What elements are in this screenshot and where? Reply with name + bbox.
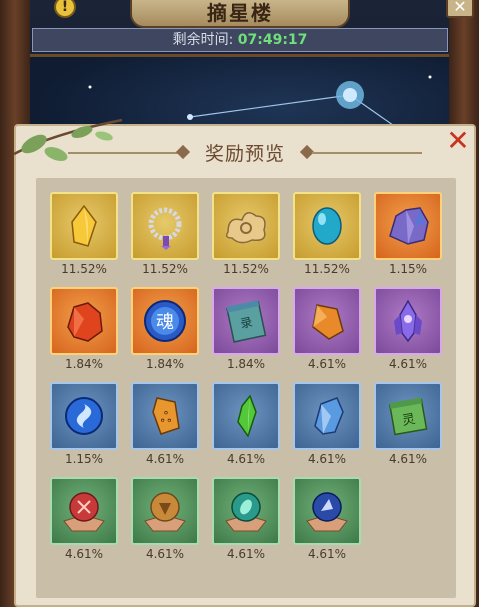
prayer-beads-icon [148,207,182,250]
reward-item[interactable]: 4.61% [212,477,280,563]
red-ore-icon [67,302,103,342]
soul-orb-icon: 魂 [144,300,186,342]
reward-tile[interactable] [50,192,118,260]
panel-title: 奖励预览 [204,143,285,165]
teal-sphere-icon [225,492,267,532]
drop-chance: 4.61% [226,452,266,466]
reward-tile[interactable] [50,382,118,450]
svg-text:灵: 灵 [401,412,416,429]
reward-tile[interactable] [374,192,442,260]
reward-tile[interactable] [131,192,199,260]
reward-tile[interactable] [293,192,361,260]
drop-chance: 4.61% [307,452,347,466]
drop-chance: 4.61% [307,547,347,561]
reward-tile[interactable] [374,287,442,355]
reward-item[interactable]: 4.61% [212,382,280,468]
reward-item[interactable]: 11.52% [50,192,118,278]
reward-item[interactable]: 4.61% [131,477,199,563]
ornament-left [68,152,178,154]
ornament-right [312,152,422,154]
panel-header: 奖励预览 [16,126,474,178]
timer-label: 剩余时间: [172,32,234,48]
reward-item[interactable]: ஃ 4.61% [131,382,199,468]
timer-value: 07:49:17 [237,32,308,48]
drop-chance: 11.52% [61,262,107,276]
amber-shard-icon [312,304,344,340]
ice-crystal-icon [314,397,344,435]
svg-text:魂: 魂 [156,312,174,333]
reward-item[interactable]: 魂 1.84% [131,287,199,373]
reward-item[interactable]: 灵 4.61% [374,382,442,468]
drop-chance: 1.84% [226,357,266,371]
reward-tile[interactable]: 录 [212,287,280,355]
info-icon[interactable]: ! [54,0,76,18]
reward-item[interactable]: 11.52% [131,192,199,278]
reward-tile[interactable] [293,477,361,545]
reward-item[interactable]: 4.61% [293,382,361,468]
reward-tile[interactable] [212,477,280,545]
drop-chance: 1.15% [388,262,428,276]
reward-tile[interactable] [50,287,118,355]
reward-tile[interactable]: 灵 [374,382,442,450]
drop-chance: 1.84% [145,357,185,371]
drop-chance: 4.61% [226,547,266,561]
reward-item[interactable]: 4.61% [50,477,118,563]
swirl-orb-icon [65,397,103,435]
reward-item[interactable]: 1.15% [374,192,442,278]
reward-item[interactable]: 1.15% [50,382,118,468]
reward-tile[interactable] [131,477,199,545]
reward-grid: 11.52% 11.52% 11.52% 11.52% 1.15% 1.84% 魂 1.84%… [50,192,442,563]
reward-item[interactable]: 11.52% [293,192,361,278]
reward-tile[interactable] [293,287,361,355]
green-scroll-icon: 灵 [388,397,428,436]
drop-chance: 4.61% [388,357,428,371]
drop-chance: 4.61% [388,452,428,466]
reward-item[interactable]: 4.61% [293,477,361,563]
drop-chance: 4.61% [145,547,185,561]
reward-preview-panel: 奖励预览 ✕ 11.52% 11.52% 11.52% 11.52% 1.15% 1.84… [13,118,476,607]
drop-chance: 11.52% [223,262,269,276]
cloud-ornament-icon [225,212,266,244]
scroll-icon: 录 [226,300,267,343]
reward-item[interactable]: 1.84% [50,287,118,373]
gold-crystal-icon [71,204,97,247]
reward-item[interactable]: 4.61% [293,287,361,373]
reward-tile[interactable]: 魂 [131,287,199,355]
green-shard-icon [237,394,257,438]
title-banner: 摘星楼 [130,0,350,28]
reward-tile[interactable]: ஃ [131,382,199,450]
reward-tile[interactable] [293,382,361,450]
purple-ore-icon [389,207,429,245]
svg-text:ஃ: ஃ [161,410,172,426]
drop-chance: 4.61% [64,547,104,561]
close-icon[interactable]: ✕ [446,127,470,155]
blue-gem-icon [312,207,342,245]
drop-chance: 1.84% [64,357,104,371]
reward-item[interactable]: 11.52% [212,192,280,278]
page-title: 摘星楼 [207,1,273,25]
navy-sphere-icon [306,492,348,532]
drop-chance: 11.52% [304,262,350,276]
reward-tile[interactable] [212,382,280,450]
reward-tile[interactable] [50,477,118,545]
reward-item[interactable]: 录 1.84% [212,287,280,373]
reward-grid-frame: 11.52% 11.52% 11.52% 11.52% 1.15% 1.84% 魂 1.84%… [36,178,456,598]
timer-bar: 剩余时间: 07:49:17 [32,28,448,52]
reward-tile[interactable] [212,192,280,260]
red-sphere-icon [63,492,105,532]
reward-item[interactable]: 4.61% [374,287,442,373]
ornament-diamond-left [175,144,191,160]
drop-chance: 4.61% [307,357,347,371]
bronze-sphere-icon [144,492,186,532]
violet-crystal-icon [394,299,422,343]
drop-chance: 1.15% [64,452,104,466]
rune-token-icon: ஃ [152,397,180,435]
drop-chance: 4.61% [145,452,185,466]
window-close-icon[interactable]: ✕ [446,0,474,18]
drop-chance: 11.52% [142,262,188,276]
